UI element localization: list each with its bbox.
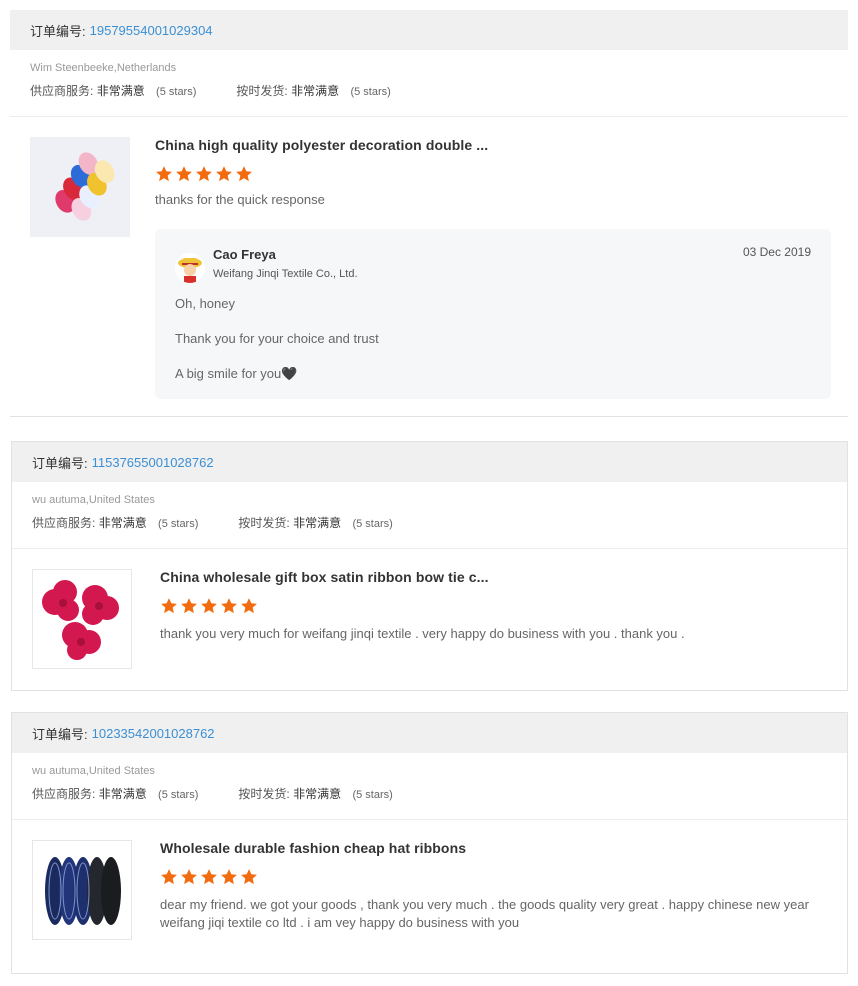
star-icon — [200, 868, 218, 891]
star-icon — [180, 597, 198, 620]
supplier-service-value: 非常满意 — [98, 787, 147, 801]
buyer-name: wu autuma,United States — [32, 494, 155, 506]
reply-date: 03 Dec 2019 — [742, 245, 811, 259]
delivery-value: 非常满意 — [293, 516, 342, 530]
star-rating — [160, 868, 258, 891]
buyer-info: wu autuma,United States 供应商服务: 非常满意 (5 s… — [12, 482, 847, 549]
delivery-stars: (5 stars) — [350, 86, 391, 98]
delivery-stars: (5 stars) — [352, 789, 393, 801]
product-thumbnail[interactable] — [32, 840, 132, 940]
order-number-label: 订单编号: — [30, 23, 86, 39]
star-icon — [155, 165, 173, 188]
star-icon — [175, 165, 193, 188]
rating-summary: 供应商服务: 非常满意 (5 stars) 按时发货: 非常满意 (5 star… — [32, 785, 827, 802]
delivery-rating: 按时发货: 非常满意 (5 stars) — [238, 514, 392, 531]
buyer-info: wu autuma,United States 供应商服务: 非常满意 (5 s… — [12, 753, 847, 820]
supplier-service-stars: (5 stars) — [158, 518, 199, 530]
buyer-info: Wim Steenbeeke,Netherlands 供应商服务: 非常满意 (… — [10, 50, 848, 117]
star-icon — [195, 165, 213, 188]
supplier-service-value: 非常满意 — [98, 516, 147, 530]
star-icon — [220, 597, 238, 620]
order-number-link[interactable]: 19579554001029304 — [90, 23, 213, 38]
seller-name: Cao Freya — [213, 247, 276, 262]
review-card: 订单编号: 19579554001029304 Wim Steenbeeke,N… — [10, 10, 848, 417]
supplier-service-label: 供应商服务: — [32, 787, 96, 801]
delivery-label: 按时发货: — [238, 516, 290, 530]
star-icon — [200, 597, 218, 620]
supplier-service-rating: 供应商服务: 非常满意 (5 stars) — [32, 785, 198, 802]
star-rating — [155, 165, 253, 188]
product-title[interactable]: China wholesale gift box satin ribbon bo… — [160, 569, 489, 585]
review-comment: thank you very much for weifang jinqi te… — [160, 626, 685, 641]
delivery-rating: 按时发货: 非常满意 (5 stars) — [238, 785, 392, 802]
buyer-name: Wim Steenbeeke,Netherlands — [30, 62, 177, 74]
order-number-label: 订单编号: — [32, 455, 88, 471]
star-icon — [215, 165, 233, 188]
review-comment: thanks for the quick response — [155, 192, 325, 207]
order-header: 订单编号: 19579554001029304 — [10, 10, 848, 50]
delivery-rating: 按时发货: 非常满意 (5 stars) — [236, 82, 390, 99]
delivery-stars: (5 stars) — [352, 518, 393, 530]
star-rating — [160, 597, 258, 620]
delivery-value: 非常满意 — [293, 787, 342, 801]
reply-line: Thank you for your choice and trust — [175, 331, 379, 346]
seller-company: Weifang Jinqi Textile Co., Ltd. — [213, 268, 358, 280]
supplier-service-label: 供应商服务: — [32, 516, 96, 530]
star-icon — [160, 597, 178, 620]
rating-summary: 供应商服务: 非常满意 (5 stars) 按时发货: 非常满意 (5 star… — [30, 82, 828, 99]
supplier-service-stars: (5 stars) — [158, 789, 199, 801]
product-thumbnail[interactable] — [32, 569, 132, 669]
supplier-service-label: 供应商服务: — [30, 84, 94, 98]
review-card: 订单编号: 11537655001028762 wu autuma,United… — [11, 441, 848, 691]
supplier-service-rating: 供应商服务: 非常满意 (5 stars) — [32, 514, 198, 531]
rating-summary: 供应商服务: 非常满意 (5 stars) 按时发货: 非常满意 (5 star… — [32, 514, 827, 531]
order-header: 订单编号: 10233542001028762 — [12, 713, 847, 753]
star-icon — [180, 868, 198, 891]
supplier-service-value: 非常满意 — [96, 84, 145, 98]
star-icon — [240, 597, 258, 620]
order-number-link[interactable]: 11537655001028762 — [92, 455, 214, 470]
delivery-label: 按时发货: — [238, 787, 290, 801]
star-icon — [235, 165, 253, 188]
reply-line: Oh, honey — [175, 296, 235, 311]
order-number-label: 订单编号: — [32, 726, 88, 742]
star-icon — [220, 868, 238, 891]
supplier-service-rating: 供应商服务: 非常满意 (5 stars) — [30, 82, 196, 99]
avatar — [175, 253, 205, 283]
supplier-service-stars: (5 stars) — [156, 86, 197, 98]
delivery-value: 非常满意 — [291, 84, 340, 98]
star-icon — [160, 868, 178, 891]
order-number-link[interactable]: 10233542001028762 — [92, 726, 215, 741]
reply-header: Cao Freya Weifang Jinqi Textile Co., Ltd… — [175, 247, 358, 283]
product-title[interactable]: Wholesale durable fashion cheap hat ribb… — [160, 840, 466, 856]
review-comment: dear my friend. we got your goods , than… — [160, 897, 809, 930]
product-title[interactable]: China high quality polyester decoration … — [155, 137, 488, 153]
star-icon — [240, 868, 258, 891]
buyer-name: wu autuma,United States — [32, 765, 155, 777]
product-thumbnail[interactable] — [30, 137, 130, 237]
order-header: 订单编号: 11537655001028762 — [12, 442, 847, 482]
review-card: 订单编号: 10233542001028762 wu autuma,United… — [11, 712, 848, 974]
delivery-label: 按时发货: — [236, 84, 288, 98]
seller-reply: Cao Freya Weifang Jinqi Textile Co., Ltd… — [155, 229, 831, 399]
reply-line: A big smile for you🖤 — [175, 366, 298, 381]
